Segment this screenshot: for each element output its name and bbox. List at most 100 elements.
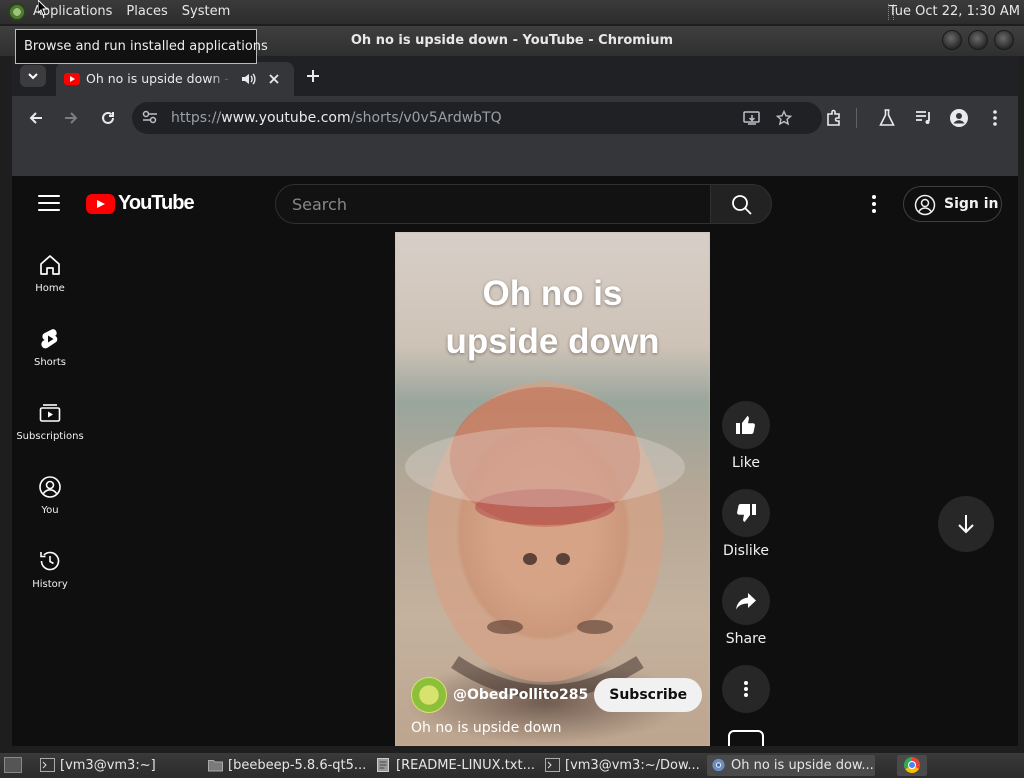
menu-system[interactable]: System — [175, 0, 237, 24]
new-tab-button[interactable] — [302, 65, 324, 87]
remix-thumbnail[interactable] — [728, 730, 764, 746]
profile-avatar-icon[interactable] — [947, 106, 971, 130]
terminal-icon — [40, 758, 55, 772]
guide-item-history[interactable]: History — [12, 538, 88, 612]
thumbs-down-icon — [737, 504, 756, 522]
arrow-down-icon — [958, 515, 974, 534]
settings-kebab-icon[interactable] — [864, 192, 884, 216]
dislike-action: Dislike — [722, 489, 770, 559]
sign-in-label: Sign in — [944, 196, 999, 212]
youtube-favicon-icon — [64, 73, 80, 85]
taskbar-item-beebeep[interactable]: [beebeep-5.8.6-qt5... — [204, 755, 366, 776]
folder-icon — [208, 760, 223, 772]
like-button[interactable] — [722, 401, 770, 449]
toolbar-divider — [856, 108, 857, 128]
menu-places[interactable]: Places — [119, 0, 174, 24]
back-button[interactable] — [24, 106, 48, 130]
install-app-icon[interactable] — [741, 107, 763, 129]
plus-icon — [307, 70, 319, 82]
shorts-icon — [41, 329, 58, 349]
channel-handle[interactable]: @ObedPollito285 — [453, 687, 588, 703]
tray-chromium-icon[interactable] — [897, 755, 927, 776]
audio-playing-icon[interactable] — [240, 71, 256, 87]
url-text[interactable]: https://www.youtube.com/shorts/v0v5Ardwb… — [171, 102, 502, 134]
subscribe-button[interactable]: Subscribe — [594, 678, 703, 712]
bookmark-star-icon[interactable] — [773, 107, 795, 129]
search-input[interactable] — [276, 185, 710, 223]
history-icon — [40, 551, 60, 571]
close-window-button[interactable] — [994, 30, 1014, 50]
next-video-button[interactable] — [938, 496, 994, 552]
reload-button[interactable] — [96, 106, 120, 130]
top-panel: Applications Places System Tue Oct 22, 1… — [0, 0, 1024, 24]
chromium-icon — [712, 758, 725, 772]
forward-button[interactable] — [59, 106, 83, 130]
terminal-icon — [545, 758, 560, 772]
tab-search-button[interactable] — [20, 65, 46, 87]
more-options-button[interactable] — [722, 665, 770, 713]
extensions-icon[interactable] — [822, 106, 846, 130]
more-vert-icon — [744, 681, 748, 697]
search-icon — [732, 195, 752, 215]
guide-item-home[interactable]: Home — [12, 242, 88, 316]
search-button[interactable] — [710, 184, 772, 224]
youtube-wordmark: YouTube — [118, 192, 195, 214]
share-label: Share — [725, 631, 767, 647]
channel-meta: @ObedPollito285 Subscribe — [411, 677, 703, 713]
home-icon — [40, 255, 60, 275]
taskbar-item-readme[interactable]: [README-LINUX.txt... — [372, 755, 537, 776]
taskbar-item-terminal-1[interactable]: [vm3@vm3:~] — [36, 755, 196, 776]
taskbar-item-chromium[interactable]: Oh no is upside dow... — [707, 755, 875, 776]
chrome-menu-icon[interactable] — [983, 106, 1007, 130]
shorts-video-player[interactable]: Oh no is upside down @ObedPollito285 Sub… — [395, 232, 710, 746]
window-controls — [942, 30, 1014, 50]
browser-tab[interactable]: Oh no is upside down - YouTube — [56, 62, 294, 96]
search-box — [275, 184, 711, 224]
hamburger-menu-icon[interactable] — [38, 195, 60, 213]
taskbar-item-terminal-2[interactable]: [vm3@vm3:~/Dow... — [541, 755, 701, 776]
bottom-taskbar: [vm3@vm3:~] [beebeep-5.8.6-qt5... [READM… — [0, 753, 1024, 778]
site-info-icon[interactable] — [142, 110, 160, 126]
browser-toolbar: https://www.youtube.com/shorts/v0v5Ardwb… — [12, 96, 1018, 140]
dislike-label: Dislike — [723, 543, 769, 559]
tab-close-icon[interactable] — [266, 71, 282, 87]
maximize-button[interactable] — [968, 30, 988, 50]
guide-item-subscriptions[interactable]: Subscriptions — [12, 390, 88, 464]
dislike-button[interactable] — [722, 489, 770, 537]
youtube-page: YouTube Sign in Home Shorts — [12, 176, 1018, 746]
subscriptions-icon — [39, 404, 61, 422]
caption-line-1: Oh no is — [482, 274, 623, 313]
thumbs-up-icon — [736, 416, 755, 434]
guide-sidebar: Home Shorts Subscriptions You History — [12, 242, 88, 612]
guide-item-you[interactable]: You — [12, 464, 88, 538]
panel-clock[interactable]: Tue Oct 22, 1:30 AM — [889, 0, 1020, 24]
more-action — [722, 665, 770, 713]
share-arrow-icon — [736, 593, 756, 610]
youtube-play-icon — [86, 193, 115, 214]
like-action: Like — [722, 401, 770, 471]
text-editor-icon — [377, 758, 389, 772]
youtube-logo[interactable]: YouTube — [86, 192, 195, 215]
show-desktop-icon[interactable] — [4, 757, 22, 773]
address-bar[interactable]: https://www.youtube.com/shorts/v0v5Ardwb… — [132, 102, 822, 134]
applications-tooltip: Browse and run installed applications — [15, 29, 268, 64]
toolbar-spacer — [12, 140, 1018, 176]
guide-item-shorts[interactable]: Shorts — [12, 316, 88, 390]
minimize-button[interactable] — [942, 30, 962, 50]
media-controls-icon[interactable] — [912, 106, 936, 130]
channel-avatar[interactable] — [411, 677, 447, 713]
sign-in-button[interactable]: Sign in — [903, 186, 1002, 222]
video-title[interactable]: Oh no is upside down — [411, 720, 562, 736]
caption-line-2: upside down — [445, 322, 660, 361]
share-button[interactable] — [722, 577, 770, 625]
like-label: Like — [732, 455, 760, 471]
tab-title: Oh no is upside down - YouTube — [86, 71, 232, 86]
mouse-cursor-icon — [38, 0, 48, 16]
labs-flask-icon[interactable] — [875, 106, 899, 130]
applications-logo-icon[interactable] — [8, 3, 26, 21]
you-icon — [39, 476, 61, 498]
desktop: { "panel": { "menus": ["Applications", "… — [0, 0, 1024, 778]
share-action: Share — [722, 577, 770, 647]
account-circle-icon — [914, 194, 936, 216]
chevron-down-icon — [28, 73, 38, 80]
